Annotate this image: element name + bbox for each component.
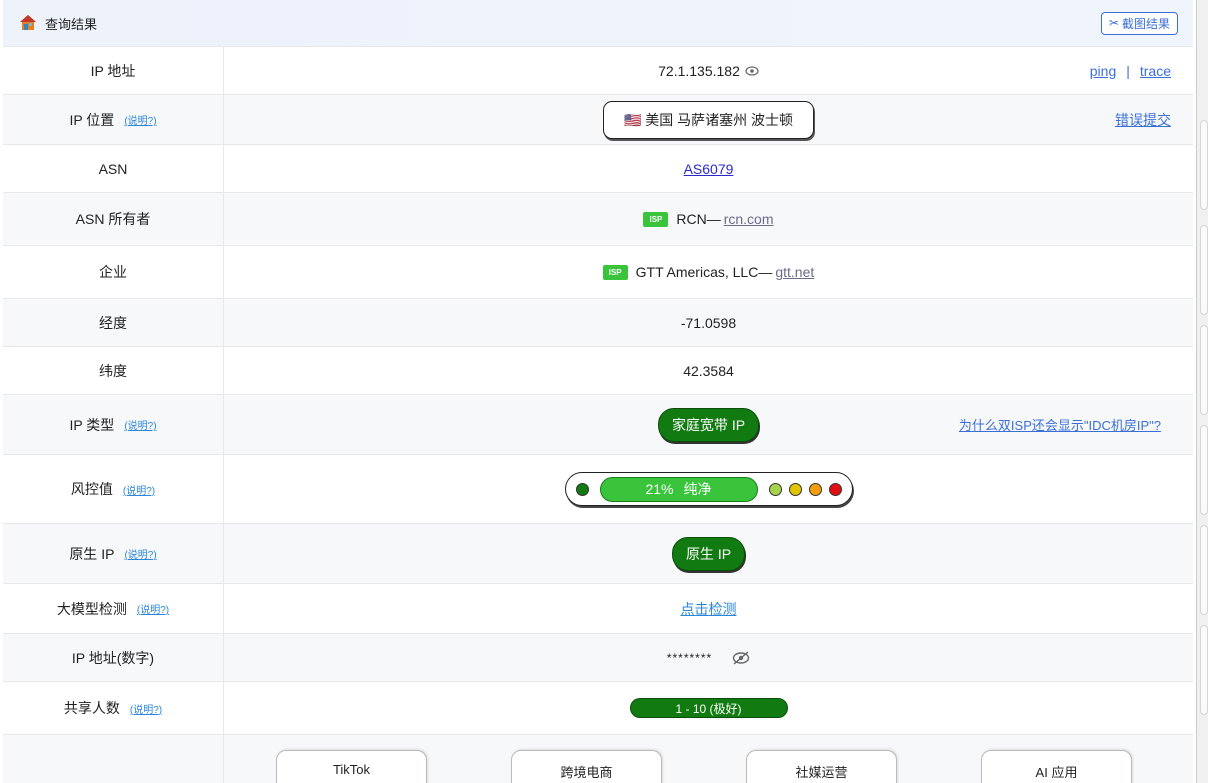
ip-numeric-label: IP 地址(数字): [71, 649, 155, 666]
ip-type-badge: 家庭宽带 IP: [657, 407, 760, 442]
risk-label: 风控值: [70, 481, 113, 497]
risk-dot-green: [575, 482, 589, 496]
location-box: 🇺🇸 美国 马萨诸塞州 波士顿: [602, 100, 815, 139]
help-link[interactable]: (说明?): [130, 701, 162, 716]
row-ip-type: IP 类型 (说明?) 家庭宽带 IP 为什么双ISP还会显示"IDC机房IP"…: [3, 394, 1193, 454]
longitude-label: 经度: [99, 314, 127, 331]
shared-label: 共享人数: [63, 700, 120, 716]
row-ip-location: IP 位置 (说明?) 🇺🇸 美国 马萨诸塞州 波士顿 错误提交: [3, 94, 1193, 144]
page-title: 查询结果: [45, 16, 98, 32]
row-llm-check: 大模型检测 (说明?) 点击检测: [3, 583, 1193, 633]
row-shared-users: 共享人数 (说明?) 1 - 10 (极好): [3, 681, 1193, 734]
screenshot-button[interactable]: ✂ 截图结果: [1100, 11, 1178, 35]
help-link[interactable]: (说明?): [124, 546, 156, 561]
latitude-label: 纬度: [99, 362, 127, 379]
ip-value: 72.1.135.182: [658, 62, 740, 79]
query-result-card: 查询结果 ✂ 截图结果 IP 地址 72.1.135.182 ping | tr…: [3, 0, 1193, 783]
risk-dot-light-green: [768, 482, 782, 496]
company-label: 企业: [99, 264, 127, 280]
use-case-ai-apps[interactable]: AI 应用: [981, 750, 1132, 783]
ip-type-label: IP 类型: [69, 416, 115, 433]
use-case-social-media[interactable]: 社媒运营: [746, 750, 897, 783]
isp-badge: ISP: [643, 211, 669, 227]
shared-users-value: 1 - 10 (极好): [675, 701, 742, 716]
scrollbar[interactable]: [1196, 0, 1208, 783]
location-label: IP 位置: [69, 111, 115, 128]
scissors-icon: ✂: [1108, 16, 1119, 30]
longitude-value: -71.0598: [680, 314, 737, 331]
row-company: 企业 ISP GTT Americas, LLC— gtt.net: [3, 245, 1193, 298]
why-idc-link[interactable]: 为什么双ISP还会显示"IDC机房IP"?: [959, 415, 1161, 434]
row-asn-owner: ASN 所有者 ISP RCN— rcn.com: [3, 192, 1193, 245]
help-link[interactable]: (说明?): [124, 417, 156, 432]
help-link[interactable]: (说明?): [137, 601, 169, 616]
link-separator: |: [1126, 62, 1130, 79]
use-case-tiktok[interactable]: TikTok: [276, 750, 427, 783]
asn-link[interactable]: AS6079: [684, 161, 734, 177]
help-link[interactable]: (说明?): [124, 112, 156, 127]
ping-link[interactable]: ping: [1090, 63, 1116, 79]
ip-label: IP 地址: [90, 62, 136, 79]
row-use-cases: TikTok 跨境电商 社媒运营 AI 应用: [3, 734, 1193, 783]
asn-owner-domain-link[interactable]: rcn.com: [724, 211, 774, 227]
trace-link[interactable]: trace: [1140, 63, 1171, 79]
row-longitude: 经度 -71.0598: [3, 298, 1193, 346]
risk-dot-yellow: [788, 482, 802, 496]
native-label: 原生 IP: [69, 545, 115, 562]
location-value: 美国 马萨诸塞州 波士顿: [645, 111, 794, 128]
shared-users-bar: 1 - 10 (极好): [629, 698, 788, 718]
error-report-link[interactable]: 错误提交: [1115, 110, 1171, 130]
risk-status: 纯净: [683, 481, 712, 497]
llm-check-link[interactable]: 点击检测: [681, 599, 737, 619]
asn-owner-name: RCN—: [676, 211, 721, 227]
asn-label: ASN: [98, 160, 128, 177]
risk-dot-orange: [808, 482, 822, 496]
house-icon: [19, 14, 37, 32]
row-ip-address: IP 地址 72.1.135.182 ping | trace: [3, 46, 1193, 94]
company-domain-link[interactable]: gtt.net: [775, 264, 814, 280]
result-header: 查询结果 ✂ 截图结果: [3, 0, 1193, 46]
row-latitude: 纬度 42.3584: [3, 346, 1193, 394]
llm-label: 大模型检测: [56, 600, 127, 617]
risk-percent: 21%: [645, 481, 674, 497]
isp-badge: ISP: [602, 264, 628, 280]
row-asn: ASN AS6079: [3, 144, 1193, 192]
help-link[interactable]: (说明?): [123, 482, 155, 497]
use-case-ecommerce[interactable]: 跨境电商: [511, 750, 662, 783]
ip-numeric-value: ********: [666, 650, 713, 665]
latitude-value: 42.3584: [683, 362, 734, 379]
eye-icon[interactable]: [745, 65, 759, 76]
risk-score-bar: 21% 纯净: [599, 476, 758, 502]
company-name: GTT Americas, LLC—: [635, 264, 773, 280]
row-native-ip: 原生 IP (说明?) 原生 IP: [3, 523, 1193, 583]
native-ip-badge: 原生 IP: [671, 536, 746, 571]
row-ip-numeric: IP 地址(数字) ********: [3, 633, 1193, 681]
asn-owner-label: ASN 所有者: [75, 211, 151, 227]
us-flag-icon: 🇺🇸: [623, 111, 642, 128]
risk-dot-red: [828, 482, 842, 496]
eye-off-icon[interactable]: [732, 650, 750, 665]
row-risk-score: 风控值 (说明?) 21% 纯净: [3, 454, 1193, 523]
risk-meter: 21% 纯净: [564, 472, 853, 506]
